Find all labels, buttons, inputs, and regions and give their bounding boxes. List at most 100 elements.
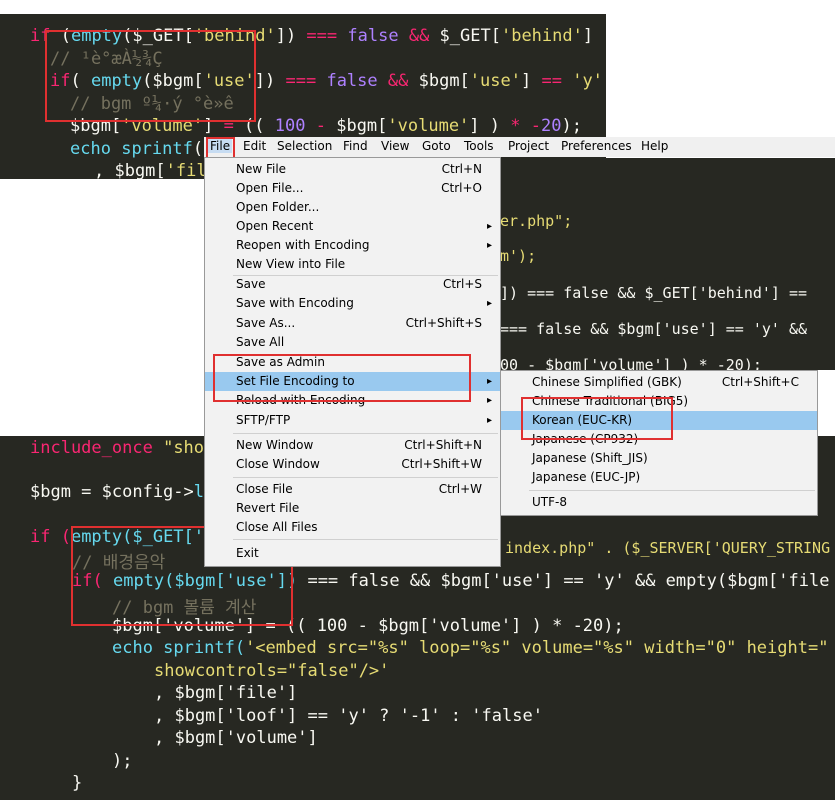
menu-item-euc-jp[interactable]: Japanese (EUC-JP) <box>501 468 817 487</box>
code-text: if ( <box>30 527 71 547</box>
menu-item-label: Chinese Simplified (GBK) <box>532 375 682 389</box>
menu-find[interactable]: Find <box>343 139 368 153</box>
menu-item-label: Save <box>236 277 266 291</box>
menu-item-label: Open File... <box>236 181 304 195</box>
code-text: m'); <box>500 247 537 265</box>
code-line: m'); <box>500 247 536 265</box>
menu-item-gbk[interactable]: Chinese Simplified (GBK) Ctrl+Shift+C <box>501 373 817 392</box>
menu-item-shortcut: Ctrl+Shift+N <box>404 438 482 452</box>
highlight-box-korean-item <box>521 397 673 440</box>
code-text: 00 - $bgm['volume'] ) * -20); <box>500 356 762 370</box>
middle-code-editor[interactable]: er.php"; m'); ]) === false && $_GET['beh… <box>500 158 835 370</box>
code-text: ); <box>112 751 133 771</box>
menu-item-close-file[interactable]: Close File Ctrl+W <box>205 480 500 499</box>
menu-item-label: New File <box>236 162 287 176</box>
encoding-submenu: Chinese Simplified (GBK) Ctrl+Shift+C Chi… <box>500 370 818 516</box>
menu-item-label: Open Folder... <box>236 200 320 214</box>
menu-item-close-window[interactable]: Close Window Ctrl+Shift+W <box>205 455 500 474</box>
code-line: , $bgm['fil <box>94 161 207 179</box>
menu-item-label: Exit <box>236 546 259 560</box>
menu-item-open-file[interactable]: Open File... Ctrl+O <box>205 179 500 198</box>
menu-item-new-view[interactable]: New View into File <box>205 255 500 274</box>
menu-item-label: Save All <box>236 335 285 349</box>
menu-project[interactable]: Project <box>508 139 549 153</box>
menu-item-label: Close Window <box>236 457 320 471</box>
menu-item-revert-file[interactable]: Revert File <box>205 499 500 518</box>
code-text: && <box>408 26 430 46</box>
code-line: $bgm = $config->l <box>30 482 204 502</box>
code-text: , $bgm['loof'] == 'y' ? '-1' : 'false' <box>154 706 543 726</box>
menu-item-label: Close File <box>236 482 293 496</box>
code-text: $bgm = $config-> <box>30 482 194 502</box>
chevron-right-icon: ▸ <box>486 415 492 426</box>
code-text: === false && $bgm['use'] == 'y' && empty… <box>307 571 830 591</box>
menu-item-exit[interactable]: Exit <box>205 544 500 563</box>
code-text: , $bgm['file'] <box>154 683 298 703</box>
code-text: index.php" . ($_SERVER['QUERY_STRING <box>505 539 831 557</box>
code-text: === false && $bgm['use'] == 'y' && <box>500 320 808 338</box>
code-text: showcontrols="false"/>' <box>154 661 390 681</box>
chevron-right-icon: ▸ <box>486 376 492 387</box>
menu-bar: File Edit Selection Find View Goto Tools… <box>204 137 835 157</box>
chevron-right-icon: ▸ <box>486 240 492 251</box>
menu-edit[interactable]: Edit <box>243 139 266 153</box>
menu-selection[interactable]: Selection <box>277 139 332 153</box>
chevron-right-icon: ▸ <box>486 298 492 309</box>
code-text: == <box>541 71 562 91</box>
menu-item-label: Save with Encoding <box>236 296 354 310</box>
code-line: er.php"; <box>500 212 572 230</box>
menu-separator <box>233 539 498 540</box>
highlight-box-top-comment <box>45 30 256 122</box>
menu-tools[interactable]: Tools <box>464 139 494 153</box>
menu-view[interactable]: View <box>381 139 409 153</box>
code-text: 'behind' <box>500 26 583 46</box>
code-line: } <box>72 773 82 793</box>
menu-item-utf8[interactable]: UTF-8 <box>501 493 817 512</box>
code-text: l <box>193 482 205 502</box>
code-line: index.php" . ($_SERVER['QUERY_STRING <box>505 539 830 557</box>
code-text: * <box>510 116 521 136</box>
menu-item-sftp[interactable]: SFTP/FTP ▸ <box>205 411 500 430</box>
menu-item-save-all[interactable]: Save All <box>205 333 500 352</box>
menu-item-save-encoding[interactable]: Save with Encoding ▸ <box>205 294 500 313</box>
code-line: echo sprintf('<embed src="%s" loop="%s" … <box>112 638 828 658</box>
code-line: , $bgm['loof'] == 'y' ? '-1' : 'false' <box>154 706 543 726</box>
code-text: === <box>306 26 338 46</box>
code-text: '<embed src="%s" loop="%s" volume="%s" w… <box>245 638 829 658</box>
menu-item-new-file[interactable]: New File Ctrl+N <box>205 160 500 179</box>
code-line: , $bgm['volume'] <box>154 728 318 748</box>
menu-item-label: Open Recent <box>236 219 314 233</box>
menu-item-label: Close All Files <box>236 520 318 534</box>
menu-item-save-as[interactable]: Save As... Ctrl+Shift+S <box>205 314 500 333</box>
menu-item-close-all[interactable]: Close All Files <box>205 518 500 537</box>
code-text: } <box>72 773 83 793</box>
code-text: , $bgm['volume'] <box>154 728 318 748</box>
code-text: ]) === false && $_GET['behind'] == <box>500 284 808 302</box>
menu-item-new-window[interactable]: New Window Ctrl+Shift+N <box>205 436 500 455</box>
code-text: 'y' <box>572 71 603 91</box>
menu-item-save[interactable]: Save Ctrl+S <box>205 275 500 294</box>
code-text: 'volume' <box>387 116 470 136</box>
code-line: ]) === false && $_GET['behind'] == <box>500 284 807 302</box>
highlight-box-encoding-item <box>213 354 471 402</box>
code-line: echo sprintf( <box>70 139 204 159</box>
code-text: 100 <box>274 116 306 136</box>
menu-item-label: SFTP/FTP <box>236 413 291 427</box>
menu-item-reopen-encoding[interactable]: Reopen with Encoding ▸ <box>205 236 500 255</box>
menu-goto[interactable]: Goto <box>422 139 451 153</box>
code-text: echo sprintf( <box>112 638 246 658</box>
menu-item-open-folder[interactable]: Open Folder... <box>205 198 500 217</box>
menu-item-label: Revert File <box>236 501 300 515</box>
menu-preferences[interactable]: Preferences <box>561 139 632 153</box>
code-line: , $bgm['file'] <box>154 683 297 703</box>
menu-item-shortcut: Ctrl+Shift+C <box>721 375 799 389</box>
code-line: ); <box>112 751 132 771</box>
code-line: include_once "sho <box>30 438 204 458</box>
menu-help[interactable]: Help <box>641 139 668 153</box>
code-text: - <box>315 116 326 136</box>
menu-item-open-recent[interactable]: Open Recent ▸ <box>205 217 500 236</box>
code-line: 00 - $bgm['volume'] ) * -20); <box>500 356 762 370</box>
menu-item-shift-jis[interactable]: Japanese (Shift_JIS) <box>501 449 817 468</box>
menu-item-shortcut: Ctrl+O <box>441 181 482 195</box>
code-text: 'use' <box>469 71 521 91</box>
